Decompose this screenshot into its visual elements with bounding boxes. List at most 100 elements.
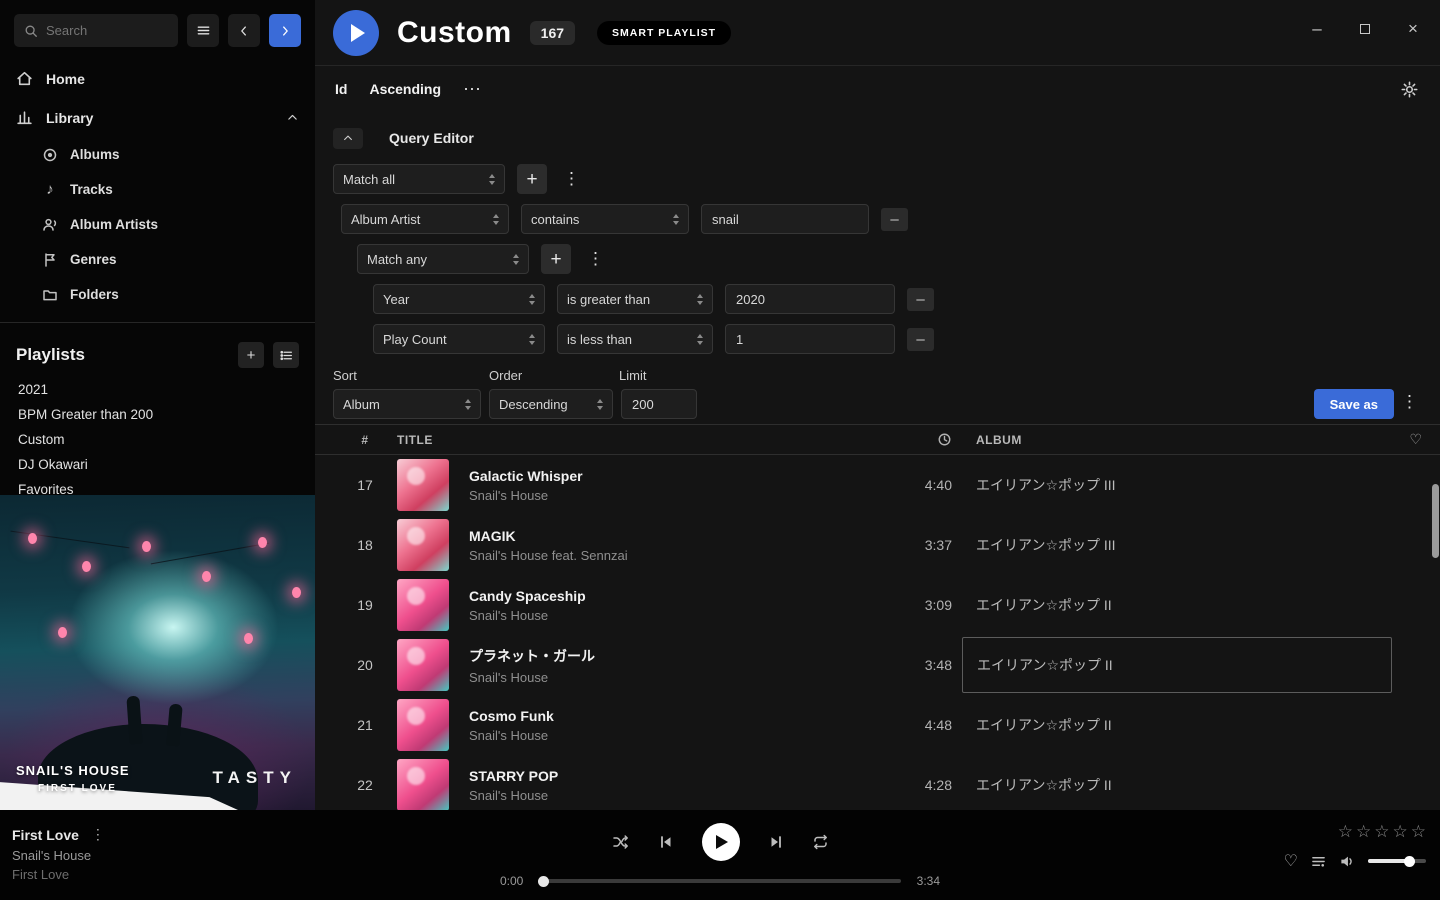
rule-value-input[interactable]: [725, 284, 895, 314]
group-match-select[interactable]: Match any: [357, 244, 529, 274]
artwork-decoration: [244, 633, 253, 644]
rule-operator-select[interactable]: contains: [521, 204, 689, 234]
sidebar-item-folders[interactable]: Folders: [0, 277, 315, 312]
query-sort-select[interactable]: Album: [333, 389, 481, 419]
more-options-button[interactable]: ⋯: [463, 79, 482, 100]
group-menu-button[interactable]: ⋮: [583, 249, 608, 269]
star-icon[interactable]: ☆: [1338, 822, 1353, 842]
title-column-header[interactable]: TITLE: [397, 433, 872, 447]
remove-rule-button[interactable]: –: [881, 208, 908, 231]
seek-handle[interactable]: [538, 876, 549, 887]
remove-rule-button[interactable]: –: [907, 328, 934, 351]
artwork-figure: [126, 696, 142, 745]
settings-button[interactable]: [1401, 81, 1418, 98]
now-playing-artwork[interactable]: SNAIL'S HOUSE FIRST LOVE TASTY: [0, 495, 315, 810]
nav-forward-button[interactable]: [269, 14, 301, 47]
playlist-list-button[interactable]: [273, 342, 299, 368]
now-playing-artist[interactable]: Snail's House: [12, 848, 105, 863]
track-album[interactable]: エイリアン☆ポップ III: [962, 457, 1392, 513]
search-box[interactable]: [14, 14, 178, 47]
volume-slider[interactable]: [1368, 859, 1426, 863]
save-menu-button[interactable]: ⋮: [1397, 392, 1422, 412]
duration-column-header[interactable]: [937, 432, 962, 447]
repeat-button[interactable]: [812, 834, 829, 850]
table-row[interactable]: 17 Galactic Whisper Snail's House 4:40 エ…: [315, 455, 1440, 515]
select-arrows-icon: [529, 294, 535, 305]
seek-bar[interactable]: [539, 879, 900, 883]
track-artist: Snail's House: [469, 728, 872, 743]
star-icon[interactable]: ☆: [1411, 822, 1426, 842]
sidebar-item-genres[interactable]: Genres: [0, 242, 315, 277]
table-row[interactable]: 19 Candy Spaceship Snail's House 3:09 エイ…: [315, 575, 1440, 635]
track-album[interactable]: エイリアン☆ポップ II: [962, 697, 1392, 753]
close-button[interactable]: ×: [1402, 18, 1424, 40]
next-button[interactable]: [768, 834, 784, 850]
kebab-icon: ⋮: [1401, 392, 1418, 411]
index-column-header[interactable]: #: [361, 433, 368, 447]
playlist-item[interactable]: DJ Okawari: [0, 452, 315, 477]
play-pause-button[interactable]: [702, 823, 740, 861]
playlist-item[interactable]: BPM Greater than 200: [0, 402, 315, 427]
search-icon: [24, 24, 38, 38]
maximize-button[interactable]: [1354, 18, 1376, 40]
rule-operator-value: contains: [531, 212, 579, 227]
favorite-button[interactable]: ♡: [1284, 851, 1298, 871]
queue-button[interactable]: [1311, 854, 1326, 869]
add-playlist-button[interactable]: +: [238, 342, 264, 368]
track-rows: 17 Galactic Whisper Snail's House 4:40 エ…: [315, 455, 1440, 810]
now-playing-title[interactable]: First Love: [12, 827, 79, 843]
rule-group-menu-button[interactable]: ⋮: [559, 169, 584, 189]
sidebar-item-library[interactable]: Library: [0, 98, 315, 137]
table-row[interactable]: 22 STARRY POP Snail's House 4:28 エイリアン☆ポ…: [315, 755, 1440, 810]
table-row[interactable]: 18 MAGIK Snail's House feat. Sennzai 3:3…: [315, 515, 1440, 575]
table-row[interactable]: 20 プラネット・ガール Snail's House 3:48 エイリアン☆ポッ…: [315, 635, 1440, 695]
volume-handle[interactable]: [1404, 856, 1415, 867]
scrollbar-thumb[interactable]: [1432, 484, 1439, 558]
rule-operator-select[interactable]: is greater than: [557, 284, 713, 314]
save-as-button[interactable]: Save as: [1314, 389, 1394, 419]
track-album[interactable]: エイリアン☆ポップ III: [962, 517, 1392, 573]
root-match-select[interactable]: Match all: [333, 164, 505, 194]
search-input[interactable]: [46, 23, 168, 38]
track-album[interactable]: エイリアン☆ポップ II: [962, 757, 1392, 810]
nav-back-button[interactable]: [228, 14, 260, 47]
query-order-select[interactable]: Descending: [489, 389, 613, 419]
table-row[interactable]: 21 Cosmo Funk Snail's House 4:48 エイリアン☆ポ…: [315, 695, 1440, 755]
shuffle-button[interactable]: [612, 834, 630, 850]
track-album[interactable]: エイリアン☆ポップ II: [962, 577, 1392, 633]
minimize-button[interactable]: –: [1306, 18, 1328, 40]
playlist-item[interactable]: Custom: [0, 427, 315, 452]
add-rule-button[interactable]: +: [517, 164, 547, 194]
sort-order-button[interactable]: Ascending: [369, 81, 441, 97]
sort-field-button[interactable]: Id: [335, 81, 347, 97]
rating-stars[interactable]: ☆ ☆ ☆ ☆ ☆: [1246, 822, 1426, 842]
playlist-item[interactable]: 2021: [0, 377, 315, 402]
sidebar-item-home[interactable]: Home: [0, 59, 315, 98]
sidebar-item-albums[interactable]: Albums: [0, 137, 315, 172]
sidebar-item-tracks[interactable]: ♪ Tracks: [0, 172, 315, 207]
select-arrows-icon: [489, 174, 495, 185]
menu-button[interactable]: [187, 14, 219, 47]
now-playing-album[interactable]: First Love: [12, 867, 105, 882]
star-icon[interactable]: ☆: [1393, 822, 1408, 842]
favorite-column-header[interactable]: ♡: [1409, 431, 1422, 448]
play-playlist-button[interactable]: [333, 10, 379, 56]
now-playing-menu-button[interactable]: ⋮: [91, 826, 105, 843]
star-icon[interactable]: ☆: [1374, 822, 1389, 842]
rule-field-select[interactable]: Album Artist: [341, 204, 509, 234]
limit-input[interactable]: [621, 389, 697, 419]
track-album[interactable]: エイリアン☆ポップ II: [962, 637, 1392, 693]
album-column-header[interactable]: ALBUM: [962, 433, 1392, 447]
add-group-rule-button[interactable]: +: [541, 244, 571, 274]
volume-button[interactable]: [1339, 854, 1355, 869]
remove-rule-button[interactable]: –: [907, 288, 934, 311]
rule-field-select[interactable]: Year: [373, 284, 545, 314]
rule-operator-select[interactable]: is less than: [557, 324, 713, 354]
rule-value-input[interactable]: [725, 324, 895, 354]
previous-button[interactable]: [658, 834, 674, 850]
rule-value-input[interactable]: [701, 204, 869, 234]
rule-field-select[interactable]: Play Count: [373, 324, 545, 354]
sidebar-item-album-artists[interactable]: Album Artists: [0, 207, 315, 242]
collapse-query-button[interactable]: [333, 128, 363, 149]
star-icon[interactable]: ☆: [1356, 822, 1371, 842]
